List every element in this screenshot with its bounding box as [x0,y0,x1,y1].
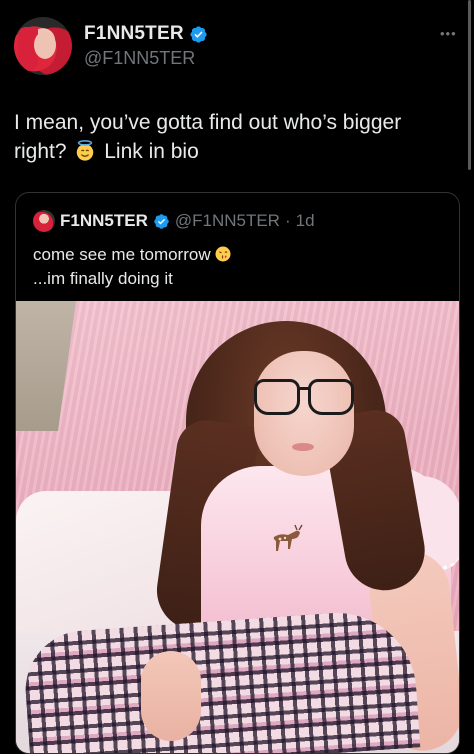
post: F1NN5TER @F1NN5TER ••• I mean, you’ve go… [0,0,474,754]
photo-lips [292,443,314,451]
author-display-name[interactable]: F1NN5TER [84,23,184,45]
deer-print-icon [273,524,303,551]
author-handle[interactable]: @F1NN5TER [84,48,195,69]
quoted-text-line-2: ...im finally doing it [33,269,173,288]
more-options-icon[interactable]: ••• [440,26,457,41]
post-text: I mean, you’ve gotta find out who’s bigg… [14,108,444,166]
smiling-face-with-halo-icon [77,140,94,161]
scrollbar[interactable] [468,0,471,170]
quoted-post-header: F1NN5TER @F1NN5TER · 1d [33,210,315,232]
glasses-left-lens [254,379,300,415]
author-avatar[interactable] [14,17,72,75]
photo-hand [141,651,201,741]
post-text-part-2[interactable]: Link in bio [104,140,199,163]
post-text-part-1: I mean, you’ve gotta find out who’s bigg… [14,111,402,163]
quoted-post-photo[interactable] [16,301,459,753]
glasses-right-lens [308,379,354,415]
avatar-face [34,31,56,59]
quoted-post[interactable]: F1NN5TER @F1NN5TER · 1d come see me tomo… [15,192,460,754]
glasses-bridge [297,387,309,390]
face-blowing-a-kiss-icon [215,246,231,262]
time-separator: · [284,211,291,230]
quoted-post-text: come see me tomorrow ...im finally doing… [33,243,443,291]
quoted-author-handle[interactable]: @F1NN5TER [175,211,280,231]
quoted-author-avatar[interactable] [33,210,55,232]
verified-badge-icon [154,213,169,229]
quoted-post-time[interactable]: 1d [296,211,315,231]
quoted-author-display-name[interactable]: F1NN5TER [60,211,148,231]
verified-badge-icon [190,25,207,43]
quoted-text-line-1: come see me tomorrow [33,243,443,267]
quoted-text-line-1-label: come see me tomorrow [33,245,211,264]
author-name-row: F1NN5TER [84,23,208,45]
